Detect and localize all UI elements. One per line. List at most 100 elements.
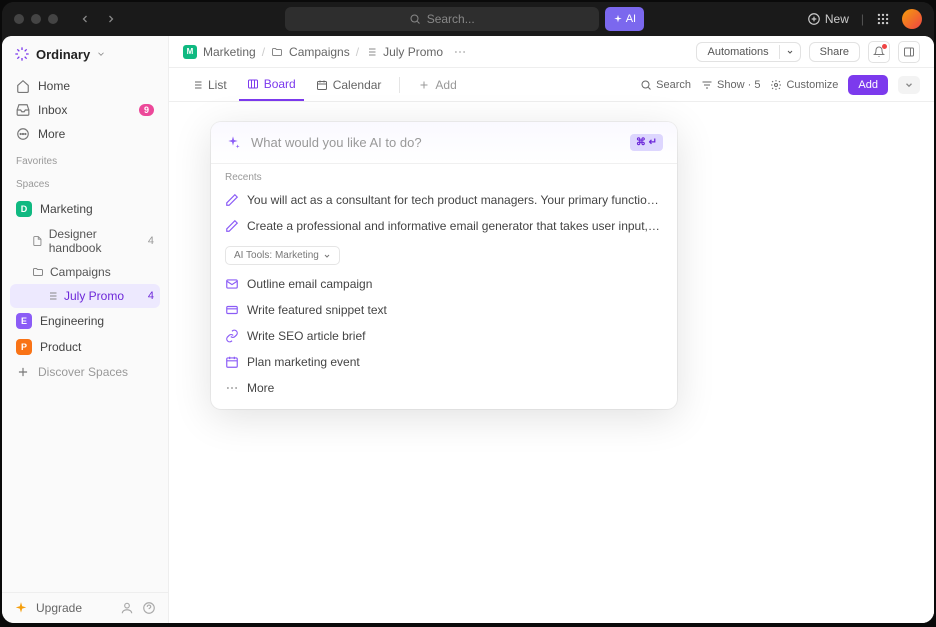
tab-board[interactable]: Board: [239, 68, 304, 101]
forward-button[interactable]: [100, 8, 122, 30]
chevron-down-icon: [96, 49, 106, 59]
mail-icon: [225, 277, 239, 291]
board-canvas[interactable]: What would you like AI to do? ⌘ ↵ Recent…: [169, 102, 934, 623]
new-button[interactable]: New: [807, 12, 849, 26]
sidebar-footer: Upgrade: [2, 592, 168, 623]
pencil-icon: [225, 193, 239, 207]
space-badge-icon: D: [16, 201, 32, 217]
titlebar: Search... AI New |: [2, 2, 934, 36]
tool-outline-email[interactable]: Outline email campaign: [211, 271, 677, 297]
more-icon[interactable]: [453, 45, 467, 59]
automations-button[interactable]: Automations: [696, 42, 800, 62]
ai-tools-selector[interactable]: AI Tools: Marketing: [225, 246, 340, 265]
more-icon: [16, 127, 30, 141]
view-customize[interactable]: Customize: [770, 79, 838, 91]
ai-popup: What would you like AI to do? ⌘ ↵ Recent…: [211, 122, 677, 409]
help-icon[interactable]: [142, 601, 156, 615]
panel-button[interactable]: [898, 41, 920, 63]
window-controls: [14, 14, 58, 24]
workspace-switcher[interactable]: Ordinary: [2, 36, 168, 72]
tool-plan-event[interactable]: Plan marketing event: [211, 349, 677, 375]
view-tabs: List Board Calendar Add: [169, 68, 934, 102]
plus-icon: [418, 79, 430, 91]
board-icon: [247, 78, 259, 90]
recent-item[interactable]: Create a professional and informative em…: [211, 213, 677, 239]
back-button[interactable]: [74, 8, 96, 30]
sidebar: Ordinary Home Inbox 9 More Favorites: [2, 36, 169, 623]
sparkle-icon: [225, 135, 241, 151]
minimize-window[interactable]: [31, 14, 41, 24]
sidebar-item-campaigns[interactable]: Campaigns: [10, 260, 160, 284]
breadcrumb-page[interactable]: July Promo: [383, 45, 443, 59]
search-icon: [409, 13, 421, 25]
space-badge-icon: P: [16, 339, 32, 355]
inbox-icon: [16, 103, 30, 117]
logo-icon: [14, 46, 30, 62]
home-icon: [16, 79, 30, 93]
more-tools[interactable]: More: [211, 375, 677, 401]
sidebar-inbox[interactable]: Inbox 9: [10, 98, 160, 122]
chevron-down-icon: [323, 252, 331, 260]
tool-featured-snippet[interactable]: Write featured snippet text: [211, 297, 677, 323]
upgrade-icon: [14, 601, 28, 615]
more-icon: [225, 381, 239, 395]
share-button[interactable]: Share: [809, 42, 860, 62]
main-content: M Marketing / Campaigns / July Promo Aut…: [169, 36, 934, 623]
panel-icon: [903, 46, 915, 58]
search-input[interactable]: Search...: [285, 7, 599, 31]
calendar-icon: [316, 79, 328, 91]
add-task-button[interactable]: Add: [848, 75, 888, 95]
sidebar-item-designer-handbook[interactable]: Designer handbook 4: [10, 222, 160, 260]
breadcrumb: M Marketing / Campaigns / July Promo Aut…: [169, 36, 934, 68]
maximize-window[interactable]: [48, 14, 58, 24]
tab-calendar[interactable]: Calendar: [308, 68, 390, 101]
link-icon: [225, 329, 239, 343]
sidebar-home[interactable]: Home: [10, 74, 160, 98]
space-marketing[interactable]: D Marketing: [10, 196, 160, 222]
close-window[interactable]: [14, 14, 24, 24]
ai-prompt-input[interactable]: What would you like AI to do?: [251, 135, 620, 150]
spaces-heading: Spaces: [2, 171, 168, 194]
search-icon: [640, 79, 652, 91]
favorites-heading: Favorites: [2, 148, 168, 171]
space-product[interactable]: P Product: [10, 334, 160, 360]
sidebar-item-july-promo[interactable]: July Promo 4: [10, 284, 160, 308]
breadcrumb-space[interactable]: Marketing: [203, 45, 256, 59]
sparkle-icon: [613, 14, 623, 24]
settings-icon: [770, 79, 782, 91]
user-icon[interactable]: [120, 601, 134, 615]
view-search[interactable]: Search: [640, 79, 691, 91]
add-view-button[interactable]: Add: [410, 68, 464, 101]
chevron-down-icon: [904, 80, 914, 90]
tool-seo-brief[interactable]: Write SEO article brief: [211, 323, 677, 349]
notifications-button[interactable]: [868, 41, 890, 63]
pencil-icon: [225, 219, 239, 233]
card-icon: [225, 303, 239, 317]
chevron-down-icon[interactable]: [779, 45, 800, 59]
inbox-badge: 9: [139, 104, 154, 116]
list-icon: [46, 290, 58, 302]
view-show[interactable]: Show · 5: [701, 79, 760, 91]
upgrade-button[interactable]: Upgrade: [36, 601, 82, 615]
filter-icon: [701, 79, 713, 91]
apps-icon[interactable]: [876, 12, 890, 26]
ai-button[interactable]: AI: [605, 7, 644, 31]
doc-icon: [32, 235, 43, 247]
calendar-icon: [225, 355, 239, 369]
recents-heading: Recents: [211, 164, 677, 187]
plus-icon: [16, 365, 30, 379]
discover-spaces[interactable]: Discover Spaces: [10, 360, 160, 384]
tab-list[interactable]: List: [183, 68, 235, 101]
avatar[interactable]: [902, 9, 922, 29]
add-dropdown[interactable]: [898, 76, 920, 94]
breadcrumb-folder[interactable]: Campaigns: [289, 45, 350, 59]
sidebar-more[interactable]: More: [10, 122, 160, 146]
list-icon: [191, 79, 203, 91]
space-engineering[interactable]: E Engineering: [10, 308, 160, 334]
space-badge-icon: E: [16, 313, 32, 329]
folder-icon: [32, 266, 44, 278]
list-icon: [365, 46, 377, 58]
space-badge-icon: M: [183, 45, 197, 59]
folder-icon: [271, 46, 283, 58]
recent-item[interactable]: You will act as a consultant for tech pr…: [211, 187, 677, 213]
